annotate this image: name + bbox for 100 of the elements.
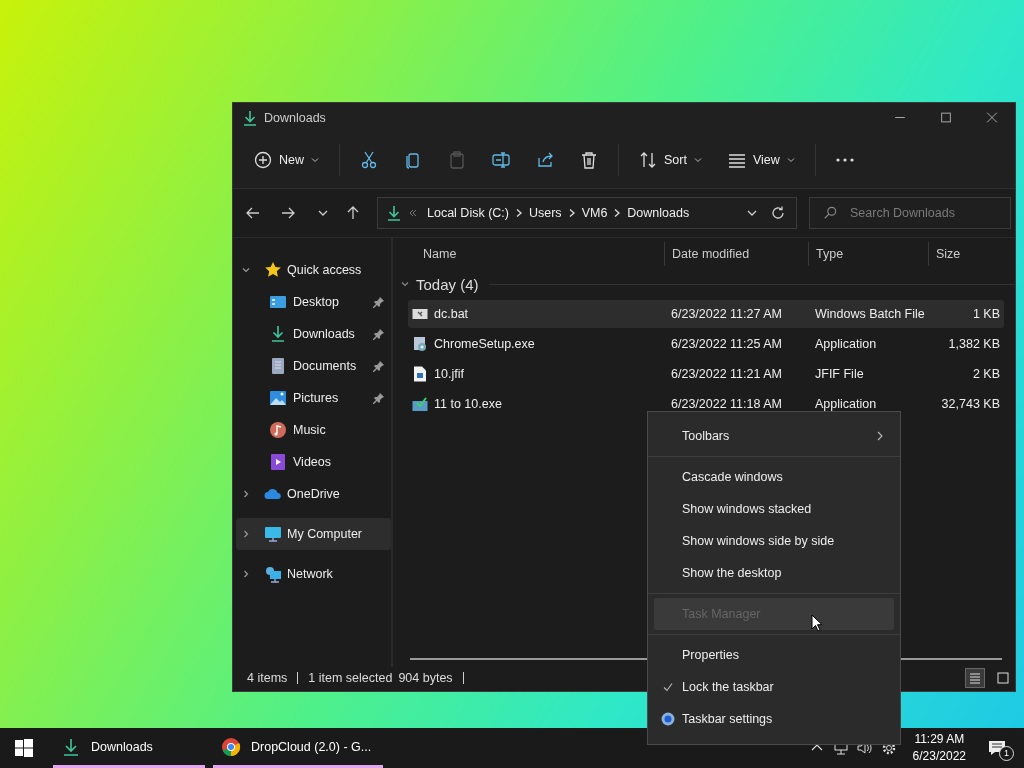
batch-file-icon — [412, 306, 428, 322]
menu-item[interactable]: Properties — [654, 639, 894, 671]
file-row[interactable]: 10.jfif 6/23/2022 11:21 AM JFIF File 2 KB — [408, 360, 1004, 388]
sidebar-item[interactable]: Network — [236, 558, 391, 590]
type-cell-text: Windows Batch File — [814, 307, 926, 321]
new-button[interactable]: New — [243, 142, 330, 178]
download-icon — [61, 736, 81, 757]
breadcrumb[interactable]: Downloads — [624, 206, 693, 220]
start-icon[interactable] — [15, 739, 33, 757]
breadcrumb[interactable]: VM6 — [578, 206, 611, 220]
date-text: 6/23/2022 — [912, 748, 966, 765]
pin-icon[interactable] — [373, 328, 385, 340]
column-header[interactable]: Type — [808, 242, 928, 266]
selection-size: 904 bytes — [398, 671, 453, 685]
address-bar[interactable]: Local Disk (C:) Users VM6 Downloads — [377, 197, 797, 229]
column-header[interactable]: Size — [928, 242, 1006, 266]
sidebar-item[interactable]: Desktop — [236, 286, 391, 318]
menu-item[interactable]: Taskbar settings — [654, 703, 894, 735]
size-cell-text: 2 KB — [971, 367, 1001, 381]
clipboard-icon — [448, 151, 466, 169]
details-view-button[interactable] — [965, 668, 985, 688]
column-header[interactable]: Date modified — [664, 242, 808, 266]
sidebar-item[interactable]: Videos — [236, 446, 391, 478]
file-name: 11 to 10.exe — [434, 397, 502, 411]
date-cell-text: 6/23/2022 11:21 AM — [670, 367, 783, 381]
chevron-icon[interactable] — [241, 265, 251, 275]
menu-item[interactable]: Cascade windows — [654, 461, 894, 493]
sort-button[interactable]: Sort — [628, 142, 713, 178]
sidebar-item[interactable]: OneDrive — [236, 478, 391, 510]
refresh-icon[interactable] — [770, 205, 786, 221]
chevron-right-icon — [876, 430, 884, 442]
ellipsis-icon — [835, 158, 854, 162]
file-row[interactable]: dc.bat 6/23/2022 11:27 AM Windows Batch File 1 KB — [408, 300, 1004, 328]
window-title: Downloads — [264, 110, 326, 125]
copy-icon — [404, 151, 422, 169]
rename-icon — [492, 151, 510, 169]
caret-icon — [786, 156, 795, 164]
taskbar-button[interactable]: DropCloud (2.0) - G... — [213, 728, 384, 768]
date-cell-text: 6/23/2022 11:18 AM — [670, 397, 783, 411]
column-header[interactable]: Name — [408, 242, 664, 266]
size-cell-text: 1,382 KB — [947, 337, 1001, 351]
network-icon — [264, 565, 282, 583]
image-file-icon — [412, 366, 428, 382]
file-row[interactable]: ChromeSetup.exe 6/23/2022 11:25 AM Application 1,382 KB — [408, 330, 1004, 358]
date-cell-text: 6/23/2022 11:27 AM — [670, 307, 783, 321]
chevron-icon[interactable] — [241, 569, 251, 579]
type-cell-text: JFIF File — [814, 367, 865, 381]
clock[interactable]: 11:29 AM 6/23/2022 — [912, 731, 966, 765]
chevron-right-icon[interactable] — [613, 208, 622, 218]
sidebar-item[interactable]: Quick access — [236, 254, 391, 286]
file-row[interactable]: 11 to 10.exe 6/23/2022 11:18 AM Application 32,743 KB — [408, 390, 1004, 418]
chevron-right-icon[interactable] — [567, 208, 576, 218]
search-field[interactable]: Search Downloads — [809, 197, 1011, 229]
browser-icon — [221, 736, 241, 757]
file-name: 10.jfif — [434, 367, 464, 381]
overflow-icon[interactable] — [408, 208, 418, 218]
menu-item[interactable]: Show windows side by side — [654, 525, 894, 557]
sidebar-item[interactable]: Downloads — [236, 318, 391, 350]
type-cell-text: Application — [814, 397, 878, 411]
notification-badge: 1 — [999, 746, 1014, 761]
chevron-right-icon[interactable] — [514, 208, 523, 218]
item-count: 4 items — [247, 671, 288, 685]
menu-item[interactable]: Toolbars — [654, 420, 894, 452]
back-icon[interactable] — [245, 205, 261, 221]
sidebar-item[interactable]: Documents — [236, 350, 391, 382]
installer-icon — [412, 336, 428, 352]
size-cell-text: 1 KB — [971, 307, 1001, 321]
selection-status: 1 item selected — [308, 671, 393, 685]
caret-icon — [693, 156, 702, 164]
menu-item[interactable]: Lock the taskbar — [654, 671, 894, 703]
star-icon — [264, 261, 282, 279]
desktop-icon — [269, 293, 287, 311]
cursor-icon — [811, 614, 823, 632]
list-icon — [968, 671, 982, 685]
view-button[interactable]: View — [716, 142, 806, 178]
size-cell-text: 32,743 KB — [940, 397, 1001, 411]
menu-item[interactable]: Show the desktop — [654, 557, 894, 589]
group-header[interactable]: Today (4) — [400, 270, 1015, 298]
music-icon — [269, 421, 287, 439]
date-cell-text: 6/23/2022 11:25 AM — [670, 337, 783, 351]
forward-icon[interactable] — [280, 205, 296, 221]
caret-icon — [311, 156, 319, 164]
breadcrumb[interactable]: Users — [525, 206, 565, 220]
file-name: ChromeSetup.exe — [434, 337, 535, 351]
taskbar-button[interactable]: Downloads — [53, 728, 205, 768]
up-icon[interactable] — [345, 205, 361, 221]
sidebar-item[interactable]: Music — [236, 414, 391, 446]
pin-icon[interactable] — [373, 392, 385, 404]
scissors-icon — [360, 151, 378, 169]
pin-icon[interactable] — [373, 296, 385, 308]
menu-item[interactable]: Show windows stacked — [654, 493, 894, 525]
time-text: 11:29 AM — [914, 731, 965, 748]
chevron-icon[interactable] — [241, 489, 251, 499]
sidebar-item[interactable]: Pictures — [236, 382, 391, 414]
chevron-icon[interactable] — [241, 529, 251, 539]
sidebar-item[interactable]: My Computer — [236, 518, 391, 550]
square-icon — [996, 671, 1010, 685]
video-icon — [269, 453, 287, 471]
pin-icon[interactable] — [373, 360, 385, 372]
breadcrumb[interactable]: Local Disk (C:) — [424, 206, 512, 220]
